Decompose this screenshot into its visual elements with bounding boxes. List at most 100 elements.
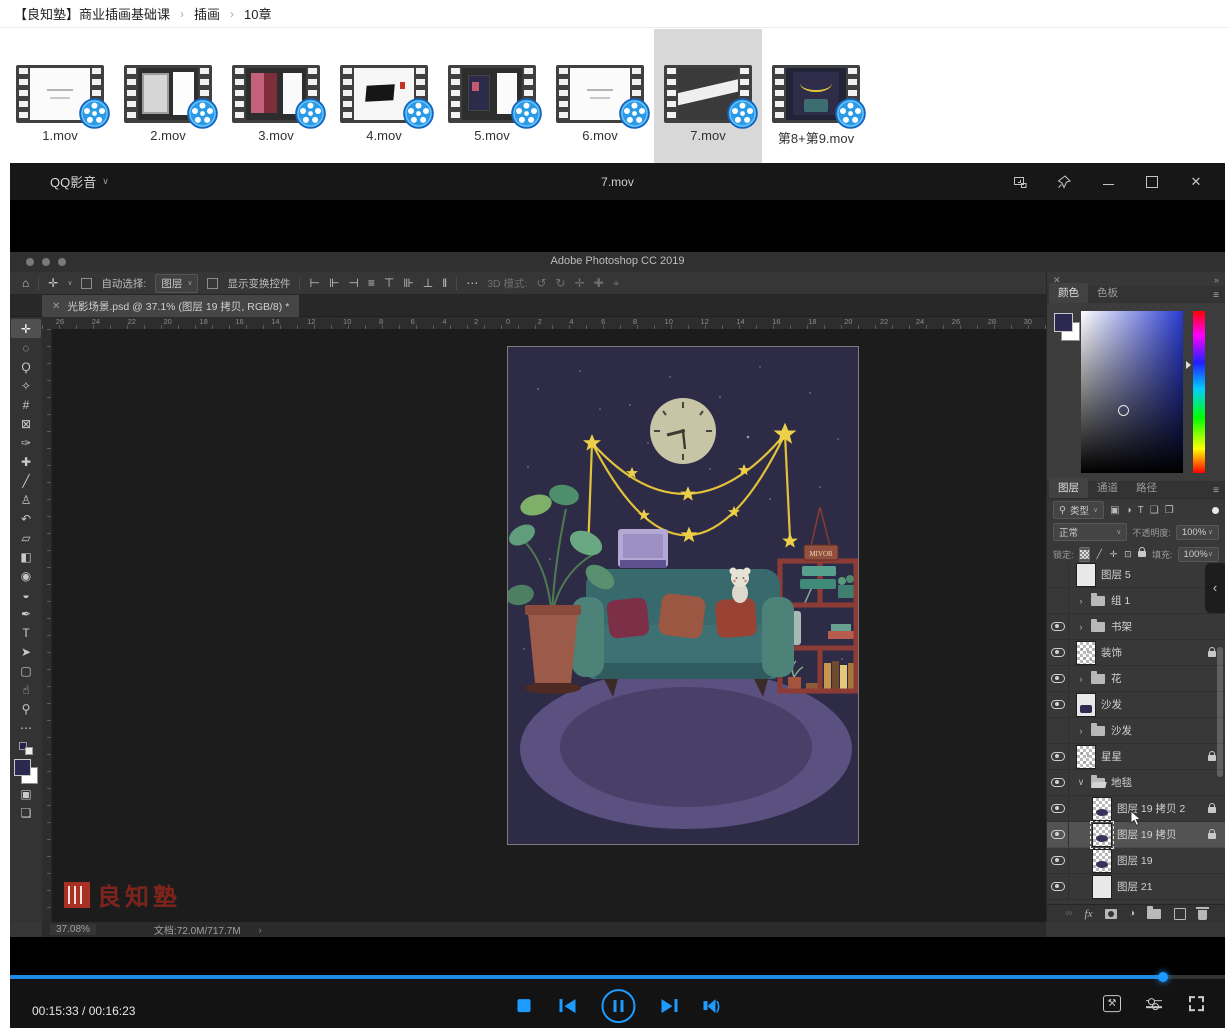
layer-visibility-toggle[interactable]	[1047, 588, 1069, 613]
filter-smart-objects-icon[interactable]: ❒	[1165, 505, 1174, 516]
group-expand-icon[interactable]: ›	[1077, 726, 1085, 736]
tab-paths[interactable]: 路径	[1127, 478, 1166, 498]
layer-row[interactable]: 图层 5	[1047, 562, 1225, 588]
layer-row[interactable]: › 沙发	[1047, 718, 1225, 744]
pen-tool[interactable]: ✒	[11, 604, 41, 623]
status-chevron-icon[interactable]: ›	[259, 925, 262, 935]
layer-visibility-toggle[interactable]	[1047, 822, 1069, 847]
eraser-tool[interactable]: ▱	[11, 528, 41, 547]
lock-image-icon[interactable]: ╱	[1095, 547, 1104, 562]
tab-color[interactable]: 颜色	[1049, 283, 1088, 303]
opacity-dropdown[interactable]: 100% ∨	[1175, 524, 1219, 540]
screenshot-tool-button[interactable]: ⚒	[1103, 995, 1121, 1013]
add-mask-icon[interactable]	[1104, 908, 1117, 919]
breadcrumb-item[interactable]: 10章	[244, 4, 271, 23]
eyedropper-tool[interactable]: ✑	[11, 433, 41, 452]
layer-row[interactable]: › 组 1	[1047, 588, 1225, 614]
group-expand-icon[interactable]: ›	[1077, 674, 1085, 684]
video-file-item[interactable]: 7.mov	[654, 29, 762, 163]
previous-button[interactable]	[559, 998, 575, 1013]
blur-tool[interactable]: ◉	[11, 566, 41, 585]
layer-style-icon[interactable]: fx	[1085, 908, 1093, 920]
more-tools[interactable]: ⋯	[11, 718, 41, 737]
app-menu-button[interactable]: QQ影音 ∨	[50, 163, 109, 200]
maximize-button[interactable]	[1143, 173, 1161, 191]
layer-visibility-toggle[interactable]	[1047, 640, 1069, 665]
default-colors-icon[interactable]	[18, 742, 34, 755]
layer-visibility-toggle[interactable]	[1047, 796, 1069, 821]
hue-strip[interactable]	[1193, 311, 1205, 473]
home-icon[interactable]: ⌂	[22, 276, 29, 290]
quick-mask-icon[interactable]: ▣	[11, 784, 41, 803]
layer-row[interactable]: › 花	[1047, 666, 1225, 692]
screen-mode-icon[interactable]: ❏	[11, 803, 41, 822]
video-surface[interactable]: Adobe Photoshop CC 2019 ⌂ ✛ ∨ 自动选择: 图层 ∨…	[10, 200, 1225, 975]
color-picker-ring[interactable]	[1117, 404, 1129, 416]
distribute-h-icon[interactable]: ≡	[368, 276, 375, 290]
lock-all-icon[interactable]	[1138, 547, 1147, 562]
layer-visibility-toggle[interactable]	[1047, 692, 1069, 717]
group-expand-icon[interactable]: ›	[1077, 596, 1085, 606]
fullscreen-button[interactable]	[1187, 995, 1205, 1013]
layer-row[interactable]: ∨ 地毯	[1047, 770, 1225, 796]
layer-filter-dropdown[interactable]: ⚲ 类型 ∨	[1053, 501, 1105, 519]
type-tool[interactable]: T	[11, 623, 41, 642]
layer-row[interactable]: 图层 19	[1047, 848, 1225, 874]
layer-row[interactable]: 沙发	[1047, 692, 1225, 718]
layer-row[interactable]: 装饰	[1047, 640, 1225, 666]
layer-visibility-toggle[interactable]	[1047, 666, 1069, 691]
video-file-item[interactable]: 第8+第9.mov	[762, 29, 870, 163]
shape-tool[interactable]: ▢	[11, 661, 41, 680]
playlist-drawer-handle[interactable]: ‹	[1205, 562, 1225, 613]
layer-row[interactable]: 图层 21	[1047, 874, 1225, 900]
tab-swatches[interactable]: 色板	[1088, 283, 1127, 303]
next-button[interactable]	[661, 998, 677, 1013]
move-tool-icon[interactable]: ✛	[48, 276, 58, 290]
auto-select-dropdown[interactable]: 图层 ∨	[155, 273, 199, 293]
mini-mode-button[interactable]	[1011, 173, 1029, 191]
zoom-tool[interactable]: ⚲	[11, 699, 41, 718]
distribute-v-icon[interactable]: ‖	[442, 276, 447, 290]
align-top-icon[interactable]: ⊤	[384, 276, 394, 290]
tab-channels[interactable]: 通道	[1088, 478, 1127, 498]
show-transform-checkbox[interactable]	[207, 277, 219, 289]
color-swatches[interactable]	[13, 759, 39, 784]
foreground-color-swatch[interactable]	[1054, 313, 1073, 332]
settings-button[interactable]	[1145, 995, 1163, 1013]
auto-select-checkbox[interactable]	[81, 277, 93, 289]
delete-layer-icon[interactable]	[1195, 907, 1209, 920]
video-file-item[interactable]: 2.mov	[114, 29, 222, 163]
hue-slider-arrow[interactable]	[1186, 361, 1191, 369]
panel-menu-icon[interactable]: ≡	[1213, 290, 1219, 301]
group-expand-icon[interactable]: ›	[1077, 622, 1085, 632]
filter-pixel-layers-icon[interactable]: ▣	[1110, 505, 1119, 516]
panel-collapse-icon[interactable]: »	[1214, 275, 1219, 285]
stop-button[interactable]	[515, 997, 533, 1015]
align-left-icon[interactable]: ⊢	[309, 276, 319, 290]
foreground-color-swatch[interactable]	[14, 759, 31, 776]
player-titlebar[interactable]: QQ影音 ∨ 7.mov ✕	[10, 163, 1225, 200]
fill-dropdown[interactable]: 100% ∨	[1177, 546, 1219, 562]
breadcrumb-item[interactable]: 【良知塾】商业插画基础课	[14, 4, 170, 23]
group-expand-icon[interactable]: ∨	[1077, 777, 1085, 788]
minimize-button[interactable]	[1099, 173, 1117, 191]
crop-tool[interactable]: #	[11, 395, 41, 414]
frame-tool[interactable]: ⊠	[11, 414, 41, 433]
layer-visibility-toggle[interactable]	[1047, 848, 1069, 873]
brush-tool[interactable]: ╱	[11, 471, 41, 490]
filter-type-layers-icon[interactable]: T	[1138, 505, 1144, 516]
panel-menu-icon[interactable]: ≡	[1213, 485, 1219, 496]
align-bottom-icon[interactable]: ⊥	[423, 276, 433, 290]
stamp-tool[interactable]: ♙	[11, 490, 41, 509]
more-options-icon[interactable]: ⋯	[466, 276, 478, 290]
layer-visibility-toggle[interactable]	[1047, 770, 1069, 795]
align-center-v-icon[interactable]: ⊪	[403, 276, 413, 290]
pause-button[interactable]	[601, 988, 635, 1023]
video-file-item[interactable]: 4.mov	[330, 29, 438, 163]
lock-position-icon[interactable]: ✛	[1109, 547, 1118, 562]
layer-row[interactable]: › 书架	[1047, 614, 1225, 640]
lock-artboard-icon[interactable]: ⊡	[1123, 547, 1132, 562]
dodge-tool[interactable]: ◒	[11, 585, 41, 604]
path-select-tool[interactable]: ➤	[11, 642, 41, 661]
seek-handle[interactable]	[1158, 972, 1169, 982]
